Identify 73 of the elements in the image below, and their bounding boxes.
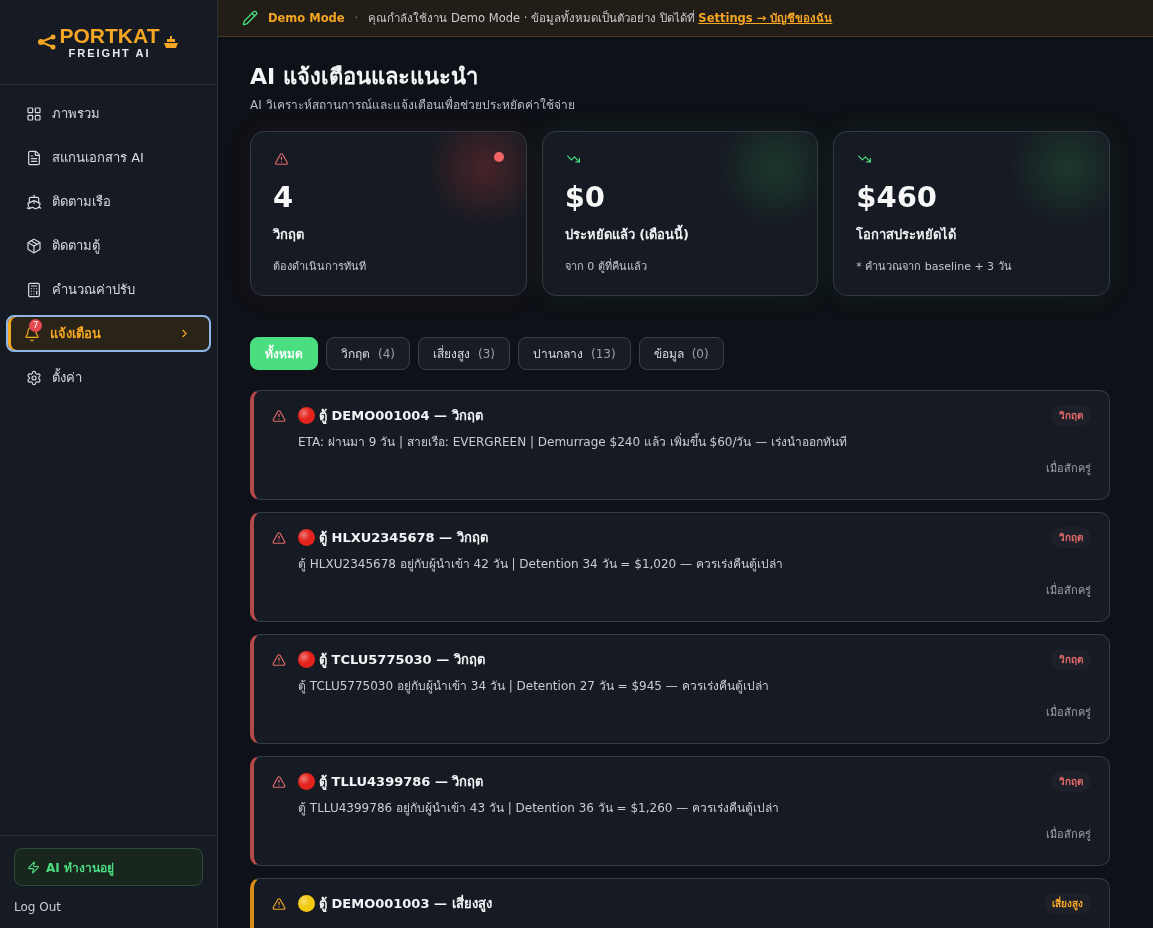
nav-item[interactable]: ติดตามตู้ <box>6 227 211 264</box>
settings-icon <box>26 369 42 386</box>
severity-badge: วิกฤต <box>1051 771 1091 792</box>
nav-item[interactable]: ตั้งค่า <box>6 359 211 396</box>
status-text: AI ทำงานอยู่ <box>46 859 114 877</box>
settings-link[interactable]: Settings → บัญชีของฉัน <box>698 11 833 25</box>
stat-label: วิกฤต <box>273 226 305 244</box>
stat-label: โอกาสประหยัดได้ <box>856 226 958 244</box>
severity-badge: วิกฤต <box>1051 405 1091 426</box>
alert-time: เมื่อสักครู่ <box>1046 584 1091 598</box>
stat-value: $0 <box>564 180 606 214</box>
lightning-icon <box>27 860 40 874</box>
alert-time: เมื่อสักครู่ <box>1046 462 1091 476</box>
stat-note: * คำนวณจาก baseline + 3 วัน <box>856 259 1013 275</box>
alert-detail: ETA: ผ่านมา 9 วัน | สายเรือ: EVERGREEN | Demurrage $240 แล้ว เพิ่มขึ้น $60/วัน — เร่งนำออกทันที <box>298 434 849 450</box>
severity-badge: วิกฤต <box>1051 527 1091 548</box>
warning-icon <box>272 531 286 545</box>
alert-title: ตู้ TLLU4399786 — วิกฤต <box>319 773 485 792</box>
alert-title: ตู้ DEMO001003 — เสี่ยงสูง <box>319 893 493 914</box>
grid-icon <box>26 105 42 122</box>
filter-tab[interactable]: ปานกลาง (13) <box>518 337 631 370</box>
warning-icon <box>272 409 286 423</box>
demo-mode-label: Demo Mode <box>268 11 345 25</box>
nav-item[interactable]: 7 แจ้งเตือน <box>6 315 211 352</box>
filter-tab[interactable]: เสี่ยงสูง (3) <box>418 337 510 370</box>
alert-title: ตู้ HLXU2345678 — วิกฤต <box>319 529 489 548</box>
pencil-icon <box>242 10 258 26</box>
alert-title: ตู้ TCLU5775030 — วิกฤต <box>319 651 486 670</box>
status-dot-icon <box>298 529 315 546</box>
alert-time: เมื่อสักครู่ <box>1046 706 1091 720</box>
status-dot-icon <box>298 407 315 424</box>
network-icon <box>37 34 56 50</box>
warning-icon <box>272 775 286 789</box>
warning-icon <box>272 897 286 911</box>
alert-time: เมื่อสักครู่ <box>1046 828 1091 842</box>
box-icon <box>26 237 42 254</box>
separator-text: · <box>354 11 359 25</box>
severity-badge: วิกฤต <box>1051 649 1091 670</box>
status-dot-icon <box>298 895 315 912</box>
alert-detail: ตู้ TCLU5775030 อยู่กับผู้นำเข้า 34 วัน | Detention 27 วัน = $945 — ควรเร่งคืนตู้เปล่า <box>298 678 770 694</box>
filter-tab[interactable]: วิกฤต (4) <box>326 337 410 370</box>
nav-item[interactable]: คำนวณค่าปรับ <box>6 271 211 308</box>
alert-detail: ตู้ HLXU2345678 อยู่กับผู้นำเข้า 42 วัน | Detention 34 วัน = $1,020 — ควรเร่งคืนตู้เปล่า <box>298 556 784 572</box>
status-dot-icon <box>298 651 315 668</box>
document-icon <box>26 149 42 166</box>
calculator-icon <box>26 281 42 298</box>
brand-name: PORTKAT <box>59 25 160 47</box>
stat-value: 4 <box>273 180 295 214</box>
trend-down-icon <box>564 152 582 166</box>
stat-value: $460 <box>856 180 939 214</box>
stat-note: จาก 0 ตู้ที่คืนแล้ว <box>564 257 648 275</box>
banner-text: คุณกำลังใช้งาน Demo Mode · ข้อมูลทั้งหมดเป็นตัวอย่าง ปิดได้ที่ Settings → บัญชีของฉัน <box>368 9 833 27</box>
ship-icon <box>26 193 42 210</box>
severity-badge: เสี่ยงสูง <box>1044 893 1091 914</box>
alert-dot <box>493 152 504 162</box>
nav-item[interactable]: ติดตามเรือ <box>6 183 211 220</box>
nav-item[interactable]: สแกนเอกสาร AI <box>6 139 211 176</box>
brand-tagline: FREIGHT AI <box>68 47 151 59</box>
stat-note: ต้องดำเนินการทันที <box>273 259 367 275</box>
alert-detail: ตู้ TLLU4399786 อยู่กับผู้นำเข้า 43 วัน | Detention 36 วัน = $1,260 — ควรเร่งคืนตู้เปล่า <box>298 800 781 816</box>
alert-title: ตู้ DEMO001004 — วิกฤต <box>319 407 484 426</box>
warning-icon <box>273 152 290 166</box>
page-subtitle: AI วิเคราะห์สถานการณ์และแจ้งเตือนเพื่อช่วยประหยัดค่าใช้จ่าย <box>250 97 576 113</box>
filter-tab[interactable]: ข้อมูล (0) <box>638 337 724 370</box>
trend-down-icon <box>856 152 874 166</box>
stat-label: ประหยัดแล้ว (เดือนนี้) <box>564 224 796 245</box>
ship-icon <box>163 35 180 49</box>
nav-item[interactable]: ภาพรวม <box>6 95 211 132</box>
logout-link[interactable]: Log Out <box>14 900 203 914</box>
page-title: AI แจ้งเตือนและแนะนำ <box>250 63 479 91</box>
warning-icon <box>272 653 286 667</box>
count-badge: 7 <box>29 318 42 332</box>
status-dot-icon <box>298 773 315 790</box>
